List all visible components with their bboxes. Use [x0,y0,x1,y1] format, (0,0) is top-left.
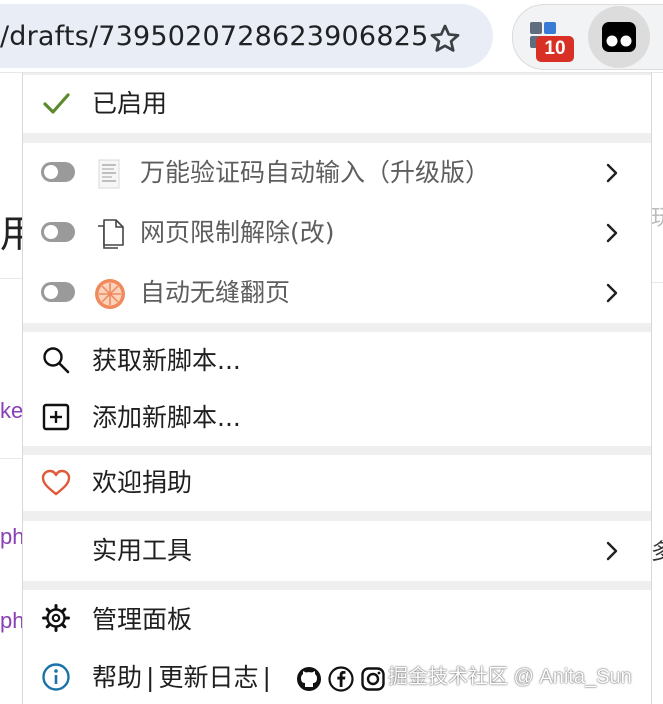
donate-item[interactable]: 欢迎捐助 [23,455,651,511]
url-text[interactable]: /drafts/7395020728623906825 [0,21,428,52]
background-divider [0,458,22,459]
address-bar[interactable]: /drafts/7395020728623906825 [0,4,493,68]
footer-separator: | [262,663,271,692]
background-text-fragment: 多 [651,539,663,564]
browser-toolbar: /drafts/7395020728623906825 10 [0,0,663,73]
scripts-actions-section: 获取新脚本... 添加新脚本... [23,332,651,446]
dashboard-item[interactable]: 管理面板 [23,590,651,647]
chevron-right-icon[interactable] [603,162,621,184]
chevron-right-icon[interactable] [603,282,621,304]
facebook-icon[interactable] [328,666,354,692]
status-section: 已启用 [23,75,651,133]
script-toggle[interactable] [41,282,75,302]
orange-slice-icon [95,279,125,309]
dashboard-label: 管理面板 [92,605,193,634]
background-link-fragment: ph [0,608,22,633]
get-new-scripts-item[interactable]: 获取新脚本... [23,332,651,389]
search-icon [43,347,70,374]
heart-icon [41,469,71,496]
enabled-label: 已启用 [92,89,168,118]
utilities-section: 实用工具 [23,521,651,581]
background-heading-fragment: 用 [0,214,22,256]
script-toggle[interactable] [41,162,75,182]
chevron-right-icon[interactable] [603,222,621,244]
background-link-fragment: ph [0,524,22,549]
script-row[interactable]: 自动无缝翻页 [23,263,651,323]
script-row[interactable]: 网页限制解除(改) [23,203,651,263]
footer-separator: | [146,663,155,692]
document-icon [98,219,124,249]
gear-icon [42,604,70,632]
chevron-right-icon[interactable] [603,540,621,562]
script-name: 网页限制解除(改) [140,218,335,247]
info-icon [42,663,70,691]
scripts-section: 万能验证码自动输入（升级版） 网页限制解除(改) 自动无缝翻页 [23,143,651,323]
background-divider [0,278,22,279]
changelog-link[interactable]: 更新日志 [158,663,258,693]
add-new-script-item[interactable]: 添加新脚本... [23,389,651,446]
footer-links: 帮助 | 更新日志 | [92,663,275,693]
script-row[interactable]: 万能验证码自动输入（升级版） [23,143,651,203]
utilities-label: 实用工具 [92,536,193,565]
help-link[interactable]: 帮助 [92,663,142,693]
donate-label: 欢迎捐助 [92,468,193,497]
tampermonkey-popup-menu: 已启用 万能验证码自动输入（升级版） 网页限制解除(改) 自动无缝翻页 获取新脚… [22,73,652,704]
extension-count-badge: 10 [536,36,574,62]
script-name: 万能验证码自动输入（升级版） [140,158,491,187]
background-link-fragment: ke [0,398,22,423]
star-outline-icon[interactable] [428,22,462,56]
instagram-icon[interactable] [360,666,386,692]
utilities-item[interactable]: 实用工具 [23,521,651,581]
background-text-fragment: 玩 [651,205,663,230]
captcha-script-icon [98,159,120,189]
tampermonkey-icon[interactable] [601,21,637,53]
add-new-script-label: 添加新脚本... [92,403,241,432]
check-icon [43,93,70,114]
script-toggle[interactable] [41,222,75,242]
add-box-icon [42,403,70,431]
watermark: 掘金技术社区 @ Anita_Sun [388,666,632,688]
script-name: 自动无缝翻页 [140,278,291,307]
donate-section: 欢迎捐助 [23,455,651,511]
get-new-scripts-label: 获取新脚本... [92,346,241,375]
enabled-toggle-row[interactable]: 已启用 [23,75,651,133]
github-icon[interactable] [296,666,322,692]
